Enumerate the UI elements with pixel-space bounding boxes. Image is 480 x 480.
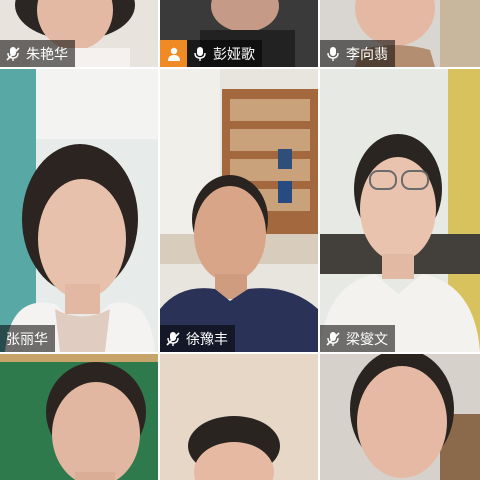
mic-icon bbox=[327, 46, 339, 61]
name-tag: 朱艳华 bbox=[0, 40, 75, 67]
participant-name: 梁燮文 bbox=[346, 331, 388, 348]
video-tile-2[interactable]: 彭娅歌 bbox=[160, 0, 318, 67]
video-tile-8[interactable] bbox=[160, 354, 318, 480]
name-tag: 张丽华 bbox=[0, 325, 55, 352]
participant-video bbox=[320, 69, 480, 352]
video-tile-9[interactable] bbox=[320, 354, 480, 480]
mic-icon bbox=[194, 46, 206, 61]
name-tag: 梁燮文 bbox=[320, 325, 395, 352]
name-tag: 彭娅歌 bbox=[160, 40, 262, 67]
video-tile-5[interactable]: 徐豫丰 bbox=[160, 69, 318, 352]
participant-video bbox=[0, 354, 158, 480]
participant-name: 彭娅歌 bbox=[213, 46, 255, 63]
participant-video bbox=[0, 69, 158, 352]
person-icon bbox=[160, 40, 187, 67]
participant-video bbox=[320, 354, 480, 480]
video-tile-7[interactable] bbox=[0, 354, 158, 480]
video-tile-4[interactable]: 张丽华 bbox=[0, 69, 158, 352]
mic-muted-icon bbox=[166, 331, 180, 346]
participant-video bbox=[160, 354, 318, 480]
participant-video bbox=[160, 69, 318, 352]
participant-name: 李向翡 bbox=[346, 46, 388, 63]
video-grid: 朱艳华 彭娅歌 李向翡 张丽华 徐豫丰 梁燮文 bbox=[0, 0, 480, 480]
participant-name: 朱艳华 bbox=[26, 46, 68, 63]
participant-name: 张丽华 bbox=[6, 331, 48, 348]
name-tag: 李向翡 bbox=[320, 40, 395, 67]
participant-name: 徐豫丰 bbox=[186, 331, 228, 348]
mic-muted-icon bbox=[6, 46, 20, 61]
mic-muted-icon bbox=[326, 331, 340, 346]
video-tile-6[interactable]: 梁燮文 bbox=[320, 69, 480, 352]
name-tag: 徐豫丰 bbox=[160, 325, 235, 352]
video-tile-1[interactable]: 朱艳华 bbox=[0, 0, 158, 67]
video-tile-3[interactable]: 李向翡 bbox=[320, 0, 480, 67]
